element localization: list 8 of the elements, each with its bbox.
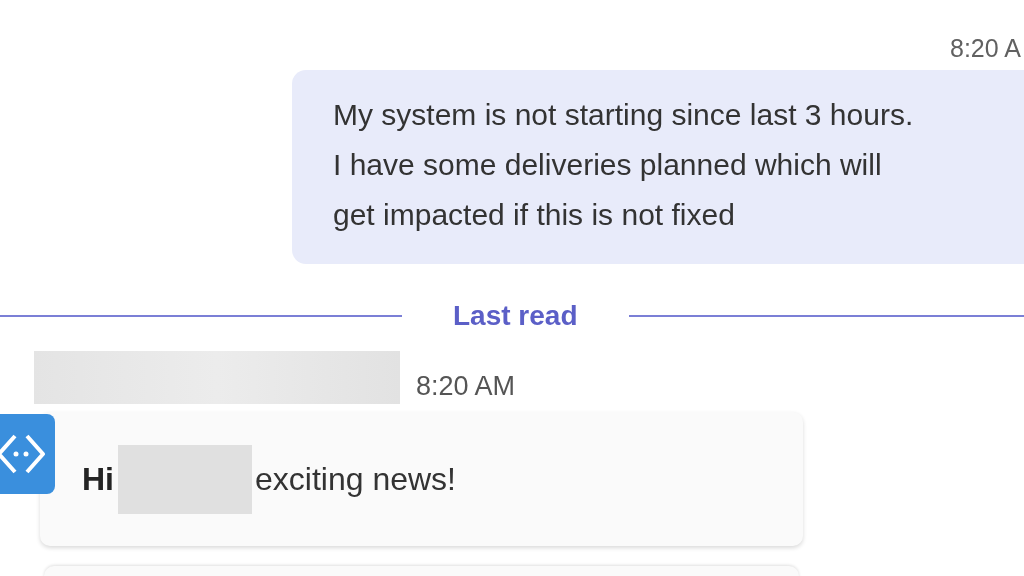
message-time: 8:20 AM (416, 371, 516, 402)
message-text: get impacted if this is not fixed (333, 197, 736, 233)
message-text: exciting news! (255, 460, 456, 498)
greeting-text: Hi (82, 460, 114, 498)
last-read-label: Last read (453, 300, 578, 332)
message-text: I have some deliveries planned which will (333, 147, 883, 183)
message-time: 8:20 A (950, 33, 1021, 64)
message-text: My system is not starting since last 3 hours. (333, 97, 915, 133)
